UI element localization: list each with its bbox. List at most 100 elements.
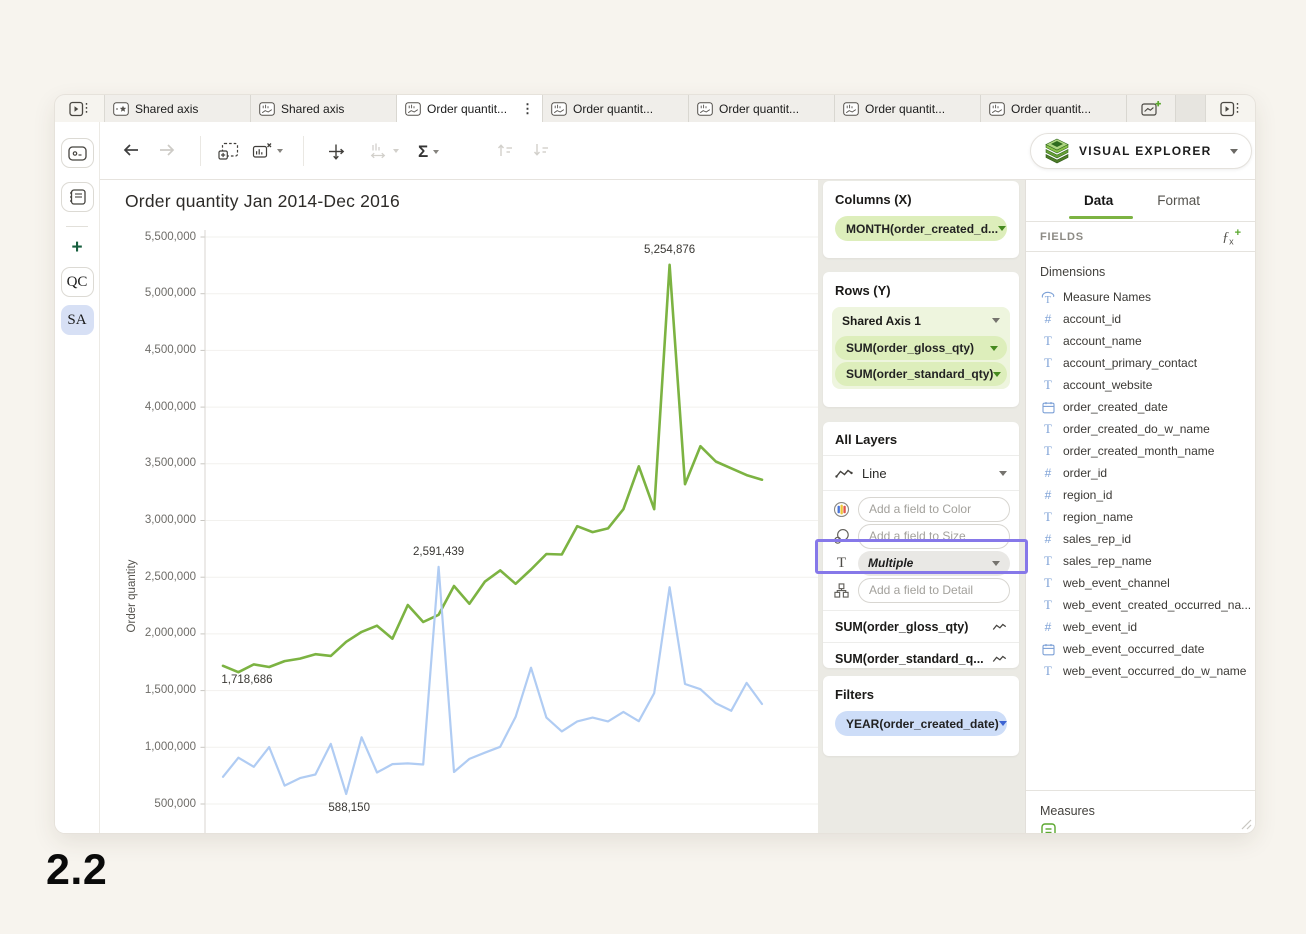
size-encoding-row: Add a field to Size	[832, 523, 1010, 549]
filter-pill-year-order-created-date[interactable]: YEAR(order_created_date)	[835, 711, 1007, 736]
sort-ascending-button[interactable]	[496, 142, 514, 158]
tab-order-quantit-6[interactable]: Order quantit...	[981, 95, 1127, 122]
aggregate-caret-icon[interactable]	[433, 150, 439, 154]
field-measure-names[interactable]: TMeasure Names	[1026, 286, 1255, 308]
tab-order-quantit-5[interactable]: Order quantit...	[835, 95, 981, 122]
visual-explorer-button[interactable]: VISUAL EXPLORER	[1030, 133, 1252, 169]
field-order-id[interactable]: #order_id	[1026, 462, 1255, 484]
remove-chart-caret-icon[interactable]	[277, 149, 283, 153]
pill-label: SUM(order_gloss_qty)	[846, 341, 974, 355]
field-web-event-channel[interactable]: Tweb_event_channel	[1026, 572, 1255, 594]
chart-canvas[interactable]: Order quantity Jan 2014-Dec 2016 Order q…	[100, 180, 818, 833]
notebook-icon[interactable]	[61, 182, 94, 212]
app-window: Shared axisShared axisOrder quantit...⋮O…	[55, 95, 1255, 833]
field-label: web_event_id	[1063, 620, 1137, 634]
tab-strip-filler	[1176, 95, 1205, 122]
field-order-created-do-w-name[interactable]: Torder_created_do_w_name	[1026, 418, 1255, 440]
field-sales-rep-name[interactable]: Tsales_rep_name	[1026, 550, 1255, 572]
rows-shelf-title: Rows (Y)	[832, 283, 1010, 298]
field-web-event-id[interactable]: #web_event_id	[1026, 616, 1255, 638]
field-region-name[interactable]: Tregion_name	[1026, 506, 1255, 528]
tab-format[interactable]: Format	[1157, 193, 1200, 208]
field-region-id[interactable]: #region_id	[1026, 484, 1255, 506]
back-button[interactable]	[122, 142, 140, 158]
visual-explorer-chevron-icon[interactable]	[1230, 149, 1238, 154]
tab-order-quantit-2[interactable]: Order quantit...⋮	[397, 95, 543, 122]
text-field-select[interactable]: Multiple	[858, 551, 1010, 576]
field-web-event-created-occurred-na[interactable]: Tweb_event_created_occurred_na...	[1026, 594, 1255, 616]
add-page-button[interactable]: +	[71, 239, 82, 257]
series-gloss-line[interactable]	[223, 265, 762, 672]
field-order-created-month-name[interactable]: Torder_created_month_name	[1026, 440, 1255, 462]
tab-order-quantit-3[interactable]: Order quantit...	[543, 95, 689, 122]
tab-label: Order quantit...	[573, 102, 680, 116]
text-field-icon: T	[1041, 554, 1055, 569]
shared-axis-header[interactable]: Shared Axis 1	[835, 307, 1007, 334]
sort-descending-button[interactable]	[532, 142, 550, 158]
tab-order-quantit-4[interactable]: Order quantit...	[689, 95, 835, 122]
field-account-name[interactable]: Taccount_name	[1026, 330, 1255, 352]
tab-shared-axis-0[interactable]: Shared axis	[105, 95, 251, 122]
page-thumb-label: QC	[67, 274, 88, 291]
bar-width-button[interactable]	[368, 142, 399, 160]
field-account-website[interactable]: Taccount_website	[1026, 374, 1255, 396]
dimensions-section-title: Dimensions	[1026, 252, 1255, 286]
detail-encoding-row: Add a field to Detail	[832, 577, 1010, 603]
duplicate-chart-button[interactable]	[218, 142, 239, 160]
page-thumb-sa[interactable]: SA	[61, 305, 94, 335]
size-field-input[interactable]: Add a field to Size	[858, 524, 1010, 549]
field-web-event-occurred-do-w-name[interactable]: Tweb_event_occurred_do_w_name	[1026, 660, 1255, 682]
series-standard-line[interactable]	[223, 567, 762, 794]
collapse-tab-panel-icon[interactable]	[55, 95, 105, 122]
pill-chevron-icon[interactable]	[999, 721, 1007, 726]
plot-area[interactable]	[100, 180, 818, 833]
layer-sum-order-gloss-qty[interactable]: SUM(order_gloss_qty)	[823, 610, 1019, 642]
line-mark-icon	[835, 468, 853, 479]
aggregate-button[interactable]: Σ	[418, 142, 439, 162]
size-icon[interactable]	[832, 528, 851, 545]
encoding-rows: Add a field to Color Add a field to Size…	[823, 491, 1019, 610]
tab-shared-axis-1[interactable]: Shared axis	[251, 95, 397, 122]
svg-text:T: T	[1045, 295, 1051, 304]
mark-type-select[interactable]: Line	[823, 456, 1019, 491]
pill-chevron-icon[interactable]	[993, 372, 1001, 377]
tab-label: Shared axis	[281, 102, 388, 116]
tab-data[interactable]: Data	[1084, 193, 1113, 208]
pill-chevron-icon[interactable]	[990, 346, 998, 351]
toolbar-divider	[200, 136, 201, 166]
add-chart-tab-button[interactable]	[1127, 95, 1176, 122]
field-web-event-occurred-date[interactable]: web_event_occurred_date	[1026, 638, 1255, 660]
text-icon[interactable]: T	[832, 555, 851, 572]
group-chevron-icon[interactable]	[992, 318, 1000, 323]
expand-tab-panel-icon[interactable]	[1205, 95, 1255, 122]
layer-sum-order-standard-qty[interactable]: SUM(order_standard_q...	[823, 642, 1019, 674]
rows-pill-sum-order-standard-qty[interactable]: SUM(order_standard_qty)	[835, 362, 1007, 386]
columns-pill-month-order-created-date[interactable]: MONTH(order_created_d...	[835, 216, 1007, 241]
remove-chart-button[interactable]	[252, 142, 283, 160]
add-calculated-field-button[interactable]: ƒx+	[1222, 227, 1241, 246]
resize-grip-icon[interactable]	[1240, 818, 1252, 830]
color-icon[interactable]	[832, 501, 851, 518]
rows-pill-sum-order-gloss-qty[interactable]: SUM(order_gloss_qty)	[835, 336, 1007, 360]
field-account-id[interactable]: #account_id	[1026, 308, 1255, 330]
field-sales-rep-id[interactable]: #sales_rep_id	[1026, 528, 1255, 550]
detail-icon[interactable]	[832, 583, 851, 598]
measure-names-icon: T	[1041, 291, 1055, 304]
field-account-primary-contact[interactable]: Taccount_primary_contact	[1026, 352, 1255, 374]
filters-title: Filters	[835, 687, 1007, 702]
page-thumb-qc[interactable]: QC	[61, 267, 94, 297]
pill-chevron-icon[interactable]	[998, 226, 1006, 231]
measure-field-partial[interactable]	[1026, 823, 1255, 833]
color-field-input[interactable]: Add a field to Color	[858, 497, 1010, 522]
tab-menu-dots-icon[interactable]: ⋮	[519, 101, 534, 117]
field-order-created-date[interactable]: order_created_date	[1026, 396, 1255, 418]
detail-field-input[interactable]: Add a field to Detail	[858, 578, 1010, 603]
forward-button[interactable]	[158, 142, 176, 158]
text-field-icon: T	[1041, 664, 1055, 679]
layer-label: SUM(order_standard_q...	[835, 652, 984, 666]
text-field-chevron-icon[interactable]	[992, 561, 1000, 566]
active-tab-underline	[1069, 216, 1133, 219]
mark-type-chevron-icon[interactable]	[999, 471, 1007, 476]
swap-axes-button[interactable]	[326, 142, 346, 162]
presentation-icon[interactable]	[61, 138, 94, 168]
